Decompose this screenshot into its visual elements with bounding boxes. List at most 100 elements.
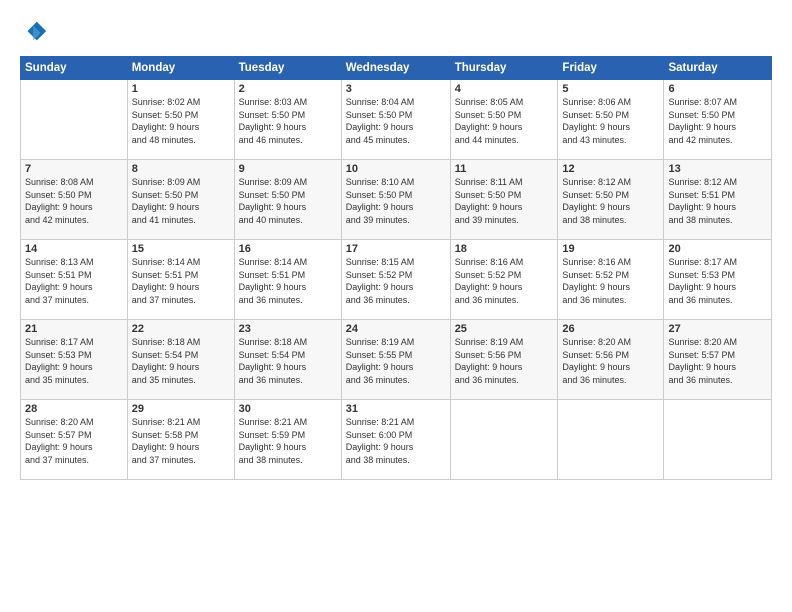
weekday-header-wednesday: Wednesday (341, 57, 450, 80)
day-number: 18 (455, 243, 554, 255)
day-number: 25 (455, 323, 554, 335)
day-info: Sunrise: 8:06 AM Sunset: 5:50 PM Dayligh… (562, 96, 659, 146)
day-number: 13 (668, 163, 767, 175)
day-info: Sunrise: 8:05 AM Sunset: 5:50 PM Dayligh… (455, 96, 554, 146)
page: SundayMondayTuesdayWednesdayThursdayFrid… (0, 0, 792, 612)
day-number: 16 (239, 243, 337, 255)
calendar-day-cell: 10Sunrise: 8:10 AM Sunset: 5:50 PM Dayli… (341, 160, 450, 240)
day-number: 23 (239, 323, 337, 335)
day-number: 22 (132, 323, 230, 335)
day-number: 11 (455, 163, 554, 175)
calendar-day-cell: 16Sunrise: 8:14 AM Sunset: 5:51 PM Dayli… (234, 240, 341, 320)
calendar-week-row: 1Sunrise: 8:02 AM Sunset: 5:50 PM Daylig… (21, 80, 772, 160)
calendar-day-cell: 18Sunrise: 8:16 AM Sunset: 5:52 PM Dayli… (450, 240, 558, 320)
day-number: 5 (562, 83, 659, 95)
header (20, 18, 772, 46)
day-info: Sunrise: 8:12 AM Sunset: 5:51 PM Dayligh… (668, 176, 767, 226)
calendar-day-cell: 2Sunrise: 8:03 AM Sunset: 5:50 PM Daylig… (234, 80, 341, 160)
calendar-day-cell: 20Sunrise: 8:17 AM Sunset: 5:53 PM Dayli… (664, 240, 772, 320)
calendar-day-cell: 28Sunrise: 8:20 AM Sunset: 5:57 PM Dayli… (21, 400, 128, 480)
day-info: Sunrise: 8:09 AM Sunset: 5:50 PM Dayligh… (132, 176, 230, 226)
calendar-table: SundayMondayTuesdayWednesdayThursdayFrid… (20, 56, 772, 480)
day-number: 9 (239, 163, 337, 175)
day-info: Sunrise: 8:21 AM Sunset: 5:59 PM Dayligh… (239, 416, 337, 466)
day-info: Sunrise: 8:15 AM Sunset: 5:52 PM Dayligh… (346, 256, 446, 306)
logo-icon (20, 18, 48, 46)
day-info: Sunrise: 8:14 AM Sunset: 5:51 PM Dayligh… (239, 256, 337, 306)
day-number: 14 (25, 243, 123, 255)
weekday-header-monday: Monday (127, 57, 234, 80)
calendar-day-cell: 31Sunrise: 8:21 AM Sunset: 6:00 PM Dayli… (341, 400, 450, 480)
day-info: Sunrise: 8:10 AM Sunset: 5:50 PM Dayligh… (346, 176, 446, 226)
day-number: 4 (455, 83, 554, 95)
logo (20, 18, 50, 46)
calendar-week-row: 21Sunrise: 8:17 AM Sunset: 5:53 PM Dayli… (21, 320, 772, 400)
day-number: 8 (132, 163, 230, 175)
weekday-header-saturday: Saturday (664, 57, 772, 80)
day-info: Sunrise: 8:20 AM Sunset: 5:56 PM Dayligh… (562, 336, 659, 386)
day-info: Sunrise: 8:19 AM Sunset: 5:55 PM Dayligh… (346, 336, 446, 386)
day-info: Sunrise: 8:20 AM Sunset: 5:57 PM Dayligh… (668, 336, 767, 386)
day-info: Sunrise: 8:03 AM Sunset: 5:50 PM Dayligh… (239, 96, 337, 146)
calendar-day-cell: 4Sunrise: 8:05 AM Sunset: 5:50 PM Daylig… (450, 80, 558, 160)
weekday-header-sunday: Sunday (21, 57, 128, 80)
day-info: Sunrise: 8:14 AM Sunset: 5:51 PM Dayligh… (132, 256, 230, 306)
calendar-day-cell: 19Sunrise: 8:16 AM Sunset: 5:52 PM Dayli… (558, 240, 664, 320)
day-number: 30 (239, 403, 337, 415)
day-info: Sunrise: 8:17 AM Sunset: 5:53 PM Dayligh… (668, 256, 767, 306)
day-info: Sunrise: 8:04 AM Sunset: 5:50 PM Dayligh… (346, 96, 446, 146)
calendar-day-cell: 24Sunrise: 8:19 AM Sunset: 5:55 PM Dayli… (341, 320, 450, 400)
day-number: 24 (346, 323, 446, 335)
day-info: Sunrise: 8:08 AM Sunset: 5:50 PM Dayligh… (25, 176, 123, 226)
calendar-day-cell: 9Sunrise: 8:09 AM Sunset: 5:50 PM Daylig… (234, 160, 341, 240)
weekday-header-thursday: Thursday (450, 57, 558, 80)
day-info: Sunrise: 8:21 AM Sunset: 6:00 PM Dayligh… (346, 416, 446, 466)
day-number: 19 (562, 243, 659, 255)
day-info: Sunrise: 8:02 AM Sunset: 5:50 PM Dayligh… (132, 96, 230, 146)
day-info: Sunrise: 8:19 AM Sunset: 5:56 PM Dayligh… (455, 336, 554, 386)
day-info: Sunrise: 8:11 AM Sunset: 5:50 PM Dayligh… (455, 176, 554, 226)
day-info: Sunrise: 8:16 AM Sunset: 5:52 PM Dayligh… (562, 256, 659, 306)
calendar-day-cell: 14Sunrise: 8:13 AM Sunset: 5:51 PM Dayli… (21, 240, 128, 320)
day-info: Sunrise: 8:13 AM Sunset: 5:51 PM Dayligh… (25, 256, 123, 306)
calendar-day-cell: 8Sunrise: 8:09 AM Sunset: 5:50 PM Daylig… (127, 160, 234, 240)
calendar-day-cell: 21Sunrise: 8:17 AM Sunset: 5:53 PM Dayli… (21, 320, 128, 400)
weekday-header-row: SundayMondayTuesdayWednesdayThursdayFrid… (21, 57, 772, 80)
calendar-day-cell: 15Sunrise: 8:14 AM Sunset: 5:51 PM Dayli… (127, 240, 234, 320)
calendar-week-row: 7Sunrise: 8:08 AM Sunset: 5:50 PM Daylig… (21, 160, 772, 240)
day-number: 1 (132, 83, 230, 95)
weekday-header-tuesday: Tuesday (234, 57, 341, 80)
calendar-day-cell: 11Sunrise: 8:11 AM Sunset: 5:50 PM Dayli… (450, 160, 558, 240)
calendar-day-cell: 22Sunrise: 8:18 AM Sunset: 5:54 PM Dayli… (127, 320, 234, 400)
calendar-day-cell: 27Sunrise: 8:20 AM Sunset: 5:57 PM Dayli… (664, 320, 772, 400)
calendar-week-row: 14Sunrise: 8:13 AM Sunset: 5:51 PM Dayli… (21, 240, 772, 320)
day-number: 12 (562, 163, 659, 175)
calendar-day-cell: 3Sunrise: 8:04 AM Sunset: 5:50 PM Daylig… (341, 80, 450, 160)
day-info: Sunrise: 8:16 AM Sunset: 5:52 PM Dayligh… (455, 256, 554, 306)
calendar-day-cell: 6Sunrise: 8:07 AM Sunset: 5:50 PM Daylig… (664, 80, 772, 160)
day-number: 28 (25, 403, 123, 415)
calendar-day-cell: 7Sunrise: 8:08 AM Sunset: 5:50 PM Daylig… (21, 160, 128, 240)
day-info: Sunrise: 8:07 AM Sunset: 5:50 PM Dayligh… (668, 96, 767, 146)
day-info: Sunrise: 8:17 AM Sunset: 5:53 PM Dayligh… (25, 336, 123, 386)
calendar-day-cell: 30Sunrise: 8:21 AM Sunset: 5:59 PM Dayli… (234, 400, 341, 480)
calendar-day-cell: 13Sunrise: 8:12 AM Sunset: 5:51 PM Dayli… (664, 160, 772, 240)
empty-cell (664, 400, 772, 480)
day-number: 17 (346, 243, 446, 255)
day-number: 15 (132, 243, 230, 255)
day-info: Sunrise: 8:09 AM Sunset: 5:50 PM Dayligh… (239, 176, 337, 226)
day-info: Sunrise: 8:20 AM Sunset: 5:57 PM Dayligh… (25, 416, 123, 466)
empty-cell (450, 400, 558, 480)
day-number: 20 (668, 243, 767, 255)
empty-cell (21, 80, 128, 160)
calendar-day-cell: 17Sunrise: 8:15 AM Sunset: 5:52 PM Dayli… (341, 240, 450, 320)
day-info: Sunrise: 8:12 AM Sunset: 5:50 PM Dayligh… (562, 176, 659, 226)
day-number: 6 (668, 83, 767, 95)
day-info: Sunrise: 8:18 AM Sunset: 5:54 PM Dayligh… (239, 336, 337, 386)
calendar-day-cell: 29Sunrise: 8:21 AM Sunset: 5:58 PM Dayli… (127, 400, 234, 480)
day-number: 3 (346, 83, 446, 95)
day-info: Sunrise: 8:18 AM Sunset: 5:54 PM Dayligh… (132, 336, 230, 386)
day-number: 7 (25, 163, 123, 175)
day-number: 10 (346, 163, 446, 175)
calendar-day-cell: 12Sunrise: 8:12 AM Sunset: 5:50 PM Dayli… (558, 160, 664, 240)
